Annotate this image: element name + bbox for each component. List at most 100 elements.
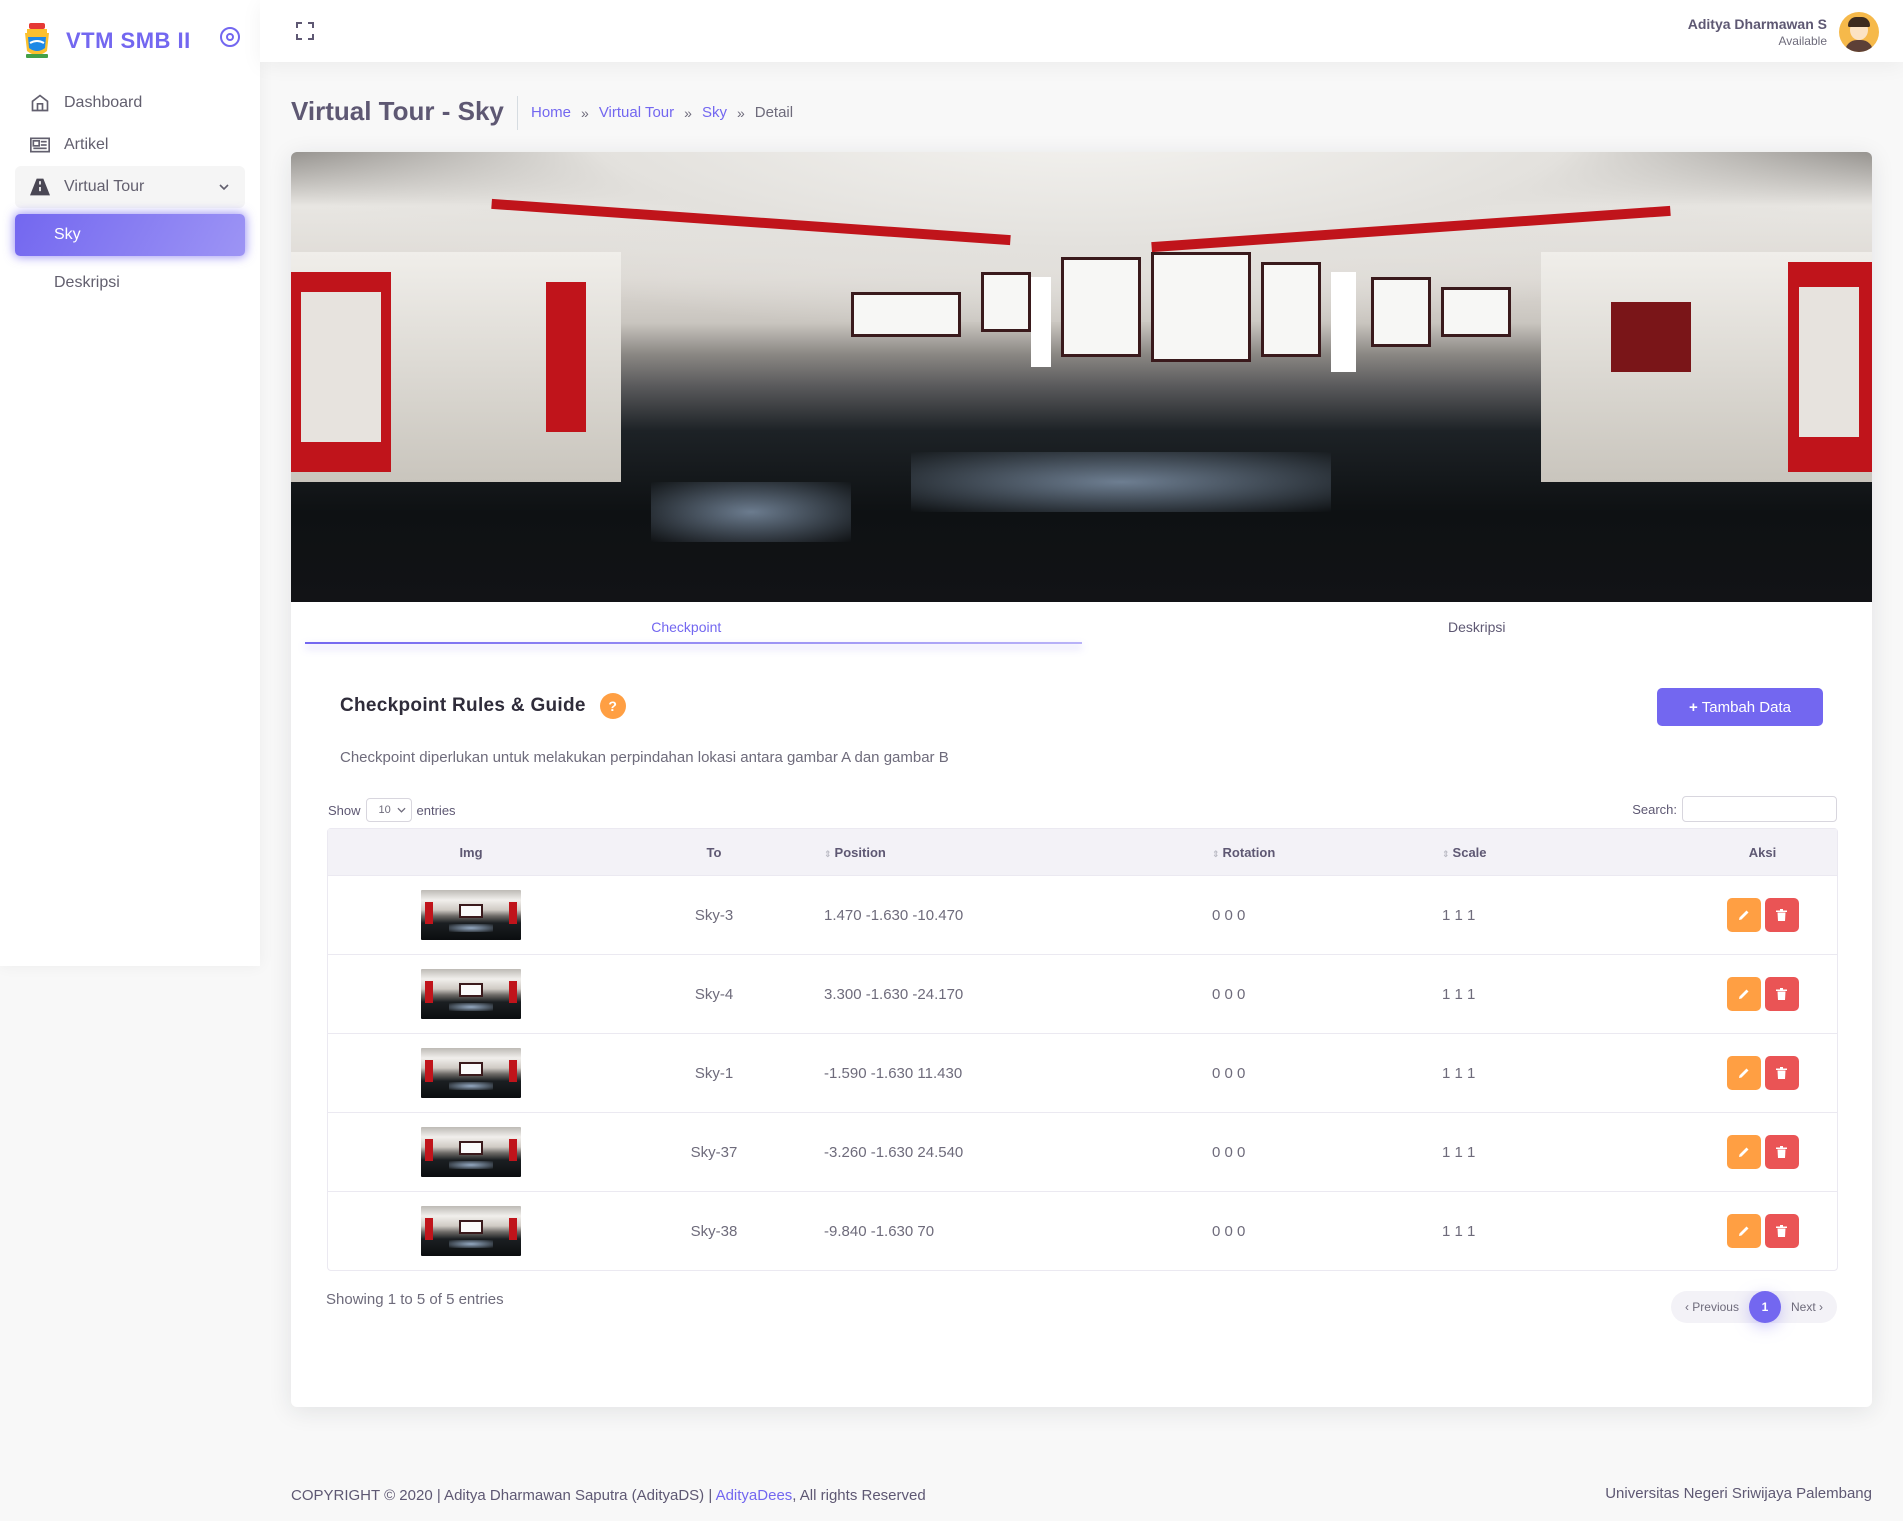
footer-link[interactable]: AdityaDees (716, 1487, 793, 1504)
copyright-text: COPYRIGHT © 2020 | Aditya Dharmawan Sapu… (291, 1487, 716, 1504)
guide-heading: Checkpoint Rules & Guide ? (340, 693, 626, 719)
add-data-button[interactable]: + Tambah Data (1657, 688, 1823, 726)
breadcrumb-separator: » (736, 104, 745, 121)
col-img[interactable]: Img (328, 845, 614, 860)
thumbnail[interactable] (421, 1127, 521, 1177)
home-icon (30, 93, 50, 113)
trash-icon (1776, 1067, 1787, 1079)
cell-rotation: 0 0 0 (1212, 1222, 1246, 1240)
edit-button[interactable] (1726, 1214, 1761, 1248)
length-control: Show 10 entries (328, 798, 456, 822)
thumbnail[interactable] (421, 890, 521, 940)
pagination: ‹ Previous 1 Next › (1670, 1291, 1837, 1323)
sidebar-item-dashboard[interactable]: Dashboard (15, 82, 245, 124)
cell-to: Sky-38 (690, 1222, 738, 1240)
sort-icon: ⇕ (824, 848, 832, 859)
pano-window (851, 292, 961, 337)
breadcrumb-sky[interactable]: Sky (702, 104, 727, 121)
table-search: Search: (1632, 796, 1837, 822)
edit-button[interactable] (1726, 1135, 1761, 1169)
rights-text: , All rights Reserved (792, 1487, 926, 1504)
breadcrumb-separator: » (581, 104, 589, 121)
panorama-image[interactable] (291, 152, 1872, 602)
trash-icon (1776, 988, 1787, 1000)
thumbnail-cell (328, 1206, 614, 1256)
cell-actions (1688, 1056, 1837, 1090)
user-dropdown[interactable]: Aditya Dharmawan S Available (1688, 12, 1879, 52)
thumbnail-cell (328, 1048, 614, 1098)
fullscreen-icon[interactable] (296, 22, 314, 40)
pano-window (1151, 252, 1251, 362)
edit-button[interactable] (1726, 898, 1761, 932)
trash-icon (1776, 1225, 1787, 1237)
detail-card: Checkpoint Deskripsi Checkpoint Rules & … (291, 152, 1872, 1407)
col-rotation-label: Rotation (1222, 844, 1276, 860)
search-input[interactable] (1682, 796, 1837, 822)
entries-select[interactable]: 10 (365, 798, 412, 822)
sidebar-item-virtual-tour[interactable]: Virtual Tour (15, 166, 245, 208)
avatar[interactable] (1839, 12, 1879, 52)
thumbnail[interactable] (421, 1048, 521, 1098)
pano-column (1331, 272, 1356, 372)
footer-copyright: COPYRIGHT © 2020 | Aditya Dharmawan Sapu… (291, 1487, 926, 1504)
checkpoint-table: Img To ⇕ Position ⇕ Rotation ⇕ Scale Aksi S… (327, 828, 1838, 1271)
pano-door-inner-left (301, 292, 381, 442)
road-icon (30, 177, 50, 197)
chevron-down-icon (218, 180, 230, 194)
delete-button[interactable] (1764, 1056, 1799, 1090)
breadcrumb-virtual-tour[interactable]: Virtual Tour (599, 104, 674, 121)
brand[interactable]: VTM SMB II (0, 0, 260, 82)
pencil-icon (1738, 1147, 1748, 1157)
cell-rotation: 0 0 0 (1212, 906, 1246, 924)
table-row: Sky-37 -3.260 -1.630 24.540 0 0 0 1 1 1 (328, 1112, 1837, 1191)
cell-to: Sky-4 (694, 985, 734, 1003)
delete-button[interactable] (1764, 898, 1799, 932)
cell-to: Sky-1 (694, 1064, 734, 1082)
thumbnail[interactable] (421, 1206, 521, 1256)
newspaper-icon (30, 135, 50, 155)
delete-button[interactable] (1764, 1214, 1799, 1248)
breadcrumb-divider (517, 96, 518, 130)
col-scale[interactable]: ⇕ Scale (1432, 845, 1688, 860)
help-icon[interactable]: ? (599, 693, 626, 719)
sidebar-subitem-sky[interactable]: Sky (15, 214, 245, 256)
col-position[interactable]: ⇕ Position (814, 845, 1202, 860)
col-rotation[interactable]: ⇕ Rotation (1202, 845, 1432, 860)
search-label: Search: (1632, 801, 1677, 817)
trash-icon (1776, 1146, 1787, 1158)
pagination-next[interactable]: Next › (1781, 1300, 1833, 1314)
brand-logo (22, 21, 52, 61)
tab-checkpoint[interactable]: Checkpoint (291, 602, 1082, 652)
col-position-label: Position (834, 844, 886, 860)
cell-position: 3.300 -1.630 -24.170 (824, 985, 964, 1003)
pano-column (1031, 277, 1051, 367)
breadcrumb-home[interactable]: Home (531, 104, 571, 121)
sidebar-subitem-deskripsi[interactable]: Deskripsi (15, 262, 245, 304)
delete-button[interactable] (1764, 977, 1799, 1011)
disc-icon[interactable] (220, 27, 240, 47)
sidebar-item-artikel[interactable]: Artikel (15, 124, 245, 166)
pencil-icon (1738, 910, 1748, 920)
cell-actions (1688, 1214, 1837, 1248)
cell-to: Sky-3 (694, 906, 734, 924)
delete-button[interactable] (1764, 1135, 1799, 1169)
sidebar-item-label: Virtual Tour (64, 178, 145, 195)
breadcrumb-separator: » (684, 104, 692, 121)
col-to[interactable]: To (614, 845, 814, 860)
col-aksi: Aksi (1748, 844, 1777, 860)
edit-button[interactable] (1726, 977, 1761, 1011)
main-menu: VTM SMB II Dashboard Artikel Virtual Tou… (0, 0, 260, 966)
table-row: Sky-3 1.470 -1.630 -10.470 0 0 0 1 1 1 (328, 875, 1837, 954)
brand-name: VTM SMB II (66, 28, 191, 53)
cell-position: 1.470 -1.630 -10.470 (824, 906, 964, 924)
thumbnail[interactable] (421, 969, 521, 1019)
table-row: Sky-38 -9.840 -1.630 70 0 0 0 1 1 1 (328, 1191, 1837, 1270)
pano-floor-glare (651, 482, 851, 542)
pagination-page-1[interactable]: 1 (1748, 1291, 1781, 1323)
chevron-down-icon (396, 804, 406, 816)
tab-deskripsi[interactable]: Deskripsi (1082, 602, 1873, 652)
edit-button[interactable] (1726, 1056, 1761, 1090)
breadcrumb-detail: Detail (754, 104, 794, 121)
pagination-previous[interactable]: ‹ Previous (1675, 1300, 1749, 1314)
cell-rotation: 0 0 0 (1212, 1064, 1246, 1082)
